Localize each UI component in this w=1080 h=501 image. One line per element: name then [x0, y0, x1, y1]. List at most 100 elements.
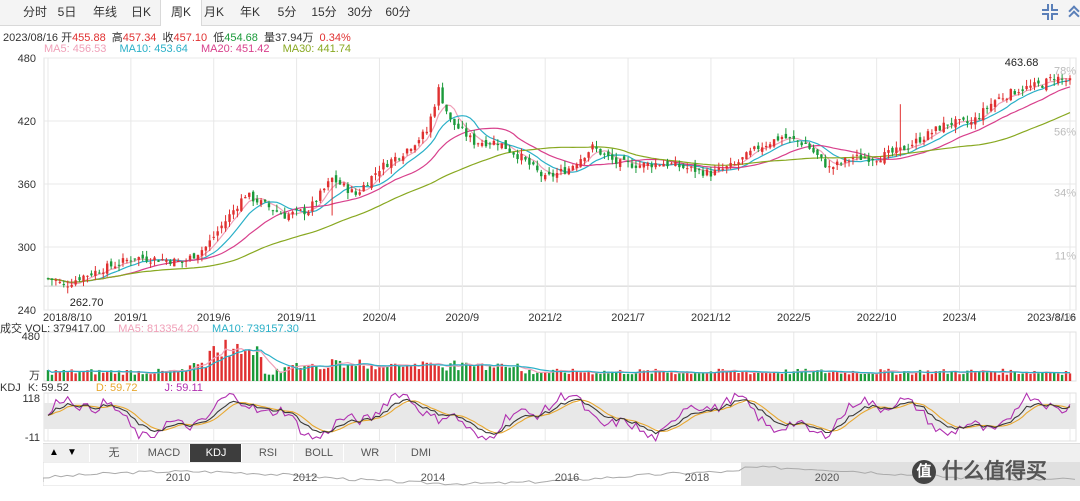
- volume-bar: [832, 371, 835, 381]
- volume-bar: [993, 372, 997, 381]
- volume-bar: [579, 372, 582, 381]
- candle-body: [958, 119, 961, 121]
- candle-body: [180, 261, 184, 263]
- candle-body: [457, 123, 460, 129]
- candle-body: [832, 167, 835, 169]
- timeline-year-label: 2014: [421, 472, 445, 484]
- candle-body: [611, 154, 614, 160]
- candle-body: [516, 154, 519, 160]
- volume-bar: [153, 373, 156, 381]
- candle-body: [666, 161, 669, 167]
- candle-body: [401, 156, 405, 161]
- volume-bar: [251, 355, 255, 381]
- indicator-tab-kdj[interactable]: KDJ: [189, 444, 242, 463]
- volume-bar: [678, 373, 681, 381]
- volume-bar: [729, 371, 732, 381]
- volume-bar: [753, 372, 756, 381]
- volume-bar: [524, 373, 527, 381]
- candle-body: [930, 132, 934, 135]
- volume-bar: [859, 373, 863, 381]
- volume-bar: [397, 364, 401, 381]
- volume-bar: [737, 373, 740, 381]
- candle-body: [997, 97, 1001, 99]
- indicator-tab-boll[interactable]: BOLL: [293, 444, 344, 463]
- candle-body: [1013, 90, 1016, 95]
- volume-bar: [184, 371, 188, 381]
- volume-bar: [828, 372, 831, 381]
- volume-bar: [717, 368, 721, 381]
- candle-body: [800, 142, 803, 146]
- kline-chart[interactable]: 48042036030024078%56%34%11%-11%2018/8/10…: [0, 0, 1080, 443]
- volume-bar: [607, 372, 610, 381]
- volume-bar: [82, 370, 85, 381]
- candle-body: [378, 171, 381, 177]
- indicator-tab-macd[interactable]: MACD: [137, 444, 190, 463]
- volume-bar: [362, 365, 365, 381]
- candle-body: [62, 284, 65, 286]
- volume-bar: [978, 371, 981, 381]
- candle-body: [196, 254, 200, 260]
- volume-bar: [1029, 373, 1032, 381]
- candle-body: [105, 263, 109, 274]
- volume-bar: [149, 374, 152, 381]
- candle-body: [591, 144, 594, 150]
- candle-body: [828, 166, 831, 168]
- volume-bar: [780, 373, 784, 381]
- x-tick-label: 2021/12: [691, 312, 731, 324]
- volume-legend: 成交 VOL: 379417.00 MA5: 813354.20 MA10: 7…: [0, 320, 309, 336]
- candle-body: [575, 164, 578, 169]
- volume-bar: [405, 366, 409, 381]
- candle-body: [820, 154, 823, 158]
- volume-panel-title: 成交: [0, 323, 22, 335]
- candle-body: [232, 210, 235, 215]
- candle-body: [216, 231, 219, 236]
- candle-body: [1029, 85, 1032, 88]
- candle-body: [311, 201, 314, 212]
- kdj-j: J: 59.11: [164, 382, 203, 394]
- candle-body: [776, 136, 780, 141]
- arrow-up-button[interactable]: ▲: [47, 446, 61, 460]
- candle-body: [366, 185, 369, 187]
- indicator-tab-rsi[interactable]: RSI: [241, 444, 294, 463]
- volume-bar: [66, 371, 69, 381]
- candle-body: [757, 145, 760, 150]
- candle-body: [571, 165, 575, 171]
- volume-bar: [757, 371, 760, 381]
- volume-bar: [492, 367, 496, 381]
- candle-body: [607, 151, 610, 156]
- volume-bar: [575, 371, 578, 381]
- volume-bar: [1017, 373, 1020, 381]
- volume-bar: [386, 366, 389, 381]
- kdj-legend: KDJ K: 59.52 D: 59.72 J: 59.11: [0, 382, 227, 394]
- candle-body: [745, 152, 748, 160]
- volume-bar: [425, 362, 429, 381]
- candle-body: [382, 162, 385, 170]
- candle-body: [1009, 89, 1013, 101]
- indicator-tab-无[interactable]: 无: [89, 444, 138, 463]
- candle-body: [54, 279, 58, 281]
- volume-bar: [508, 367, 511, 381]
- candle-body: [177, 260, 180, 262]
- volume-bar: [658, 370, 661, 381]
- volume-bar: [891, 371, 894, 381]
- volume-bar: [105, 370, 109, 381]
- candle-body: [749, 150, 752, 156]
- volume-bar: [745, 371, 748, 381]
- volume-bar: [1053, 371, 1056, 381]
- candle-body: [508, 148, 511, 153]
- candle-body: [492, 140, 496, 145]
- volume-bar: [378, 365, 381, 381]
- indicator-tab-wr[interactable]: WR: [343, 444, 396, 463]
- candle-body: [275, 210, 279, 212]
- volume-bar: [705, 372, 709, 381]
- volume-bar: [1068, 373, 1072, 381]
- arrow-down-button[interactable]: ▼: [65, 446, 79, 460]
- x-tick-label: 2023/4: [943, 312, 977, 324]
- indicator-tab-dmi[interactable]: DMI: [395, 444, 446, 463]
- volume-bar: [946, 373, 949, 381]
- volume-bar: [863, 373, 867, 381]
- candle-body: [461, 126, 464, 128]
- y-tick-label: 240: [18, 305, 36, 317]
- candle-body: [626, 161, 630, 163]
- volume-bar: [808, 373, 811, 381]
